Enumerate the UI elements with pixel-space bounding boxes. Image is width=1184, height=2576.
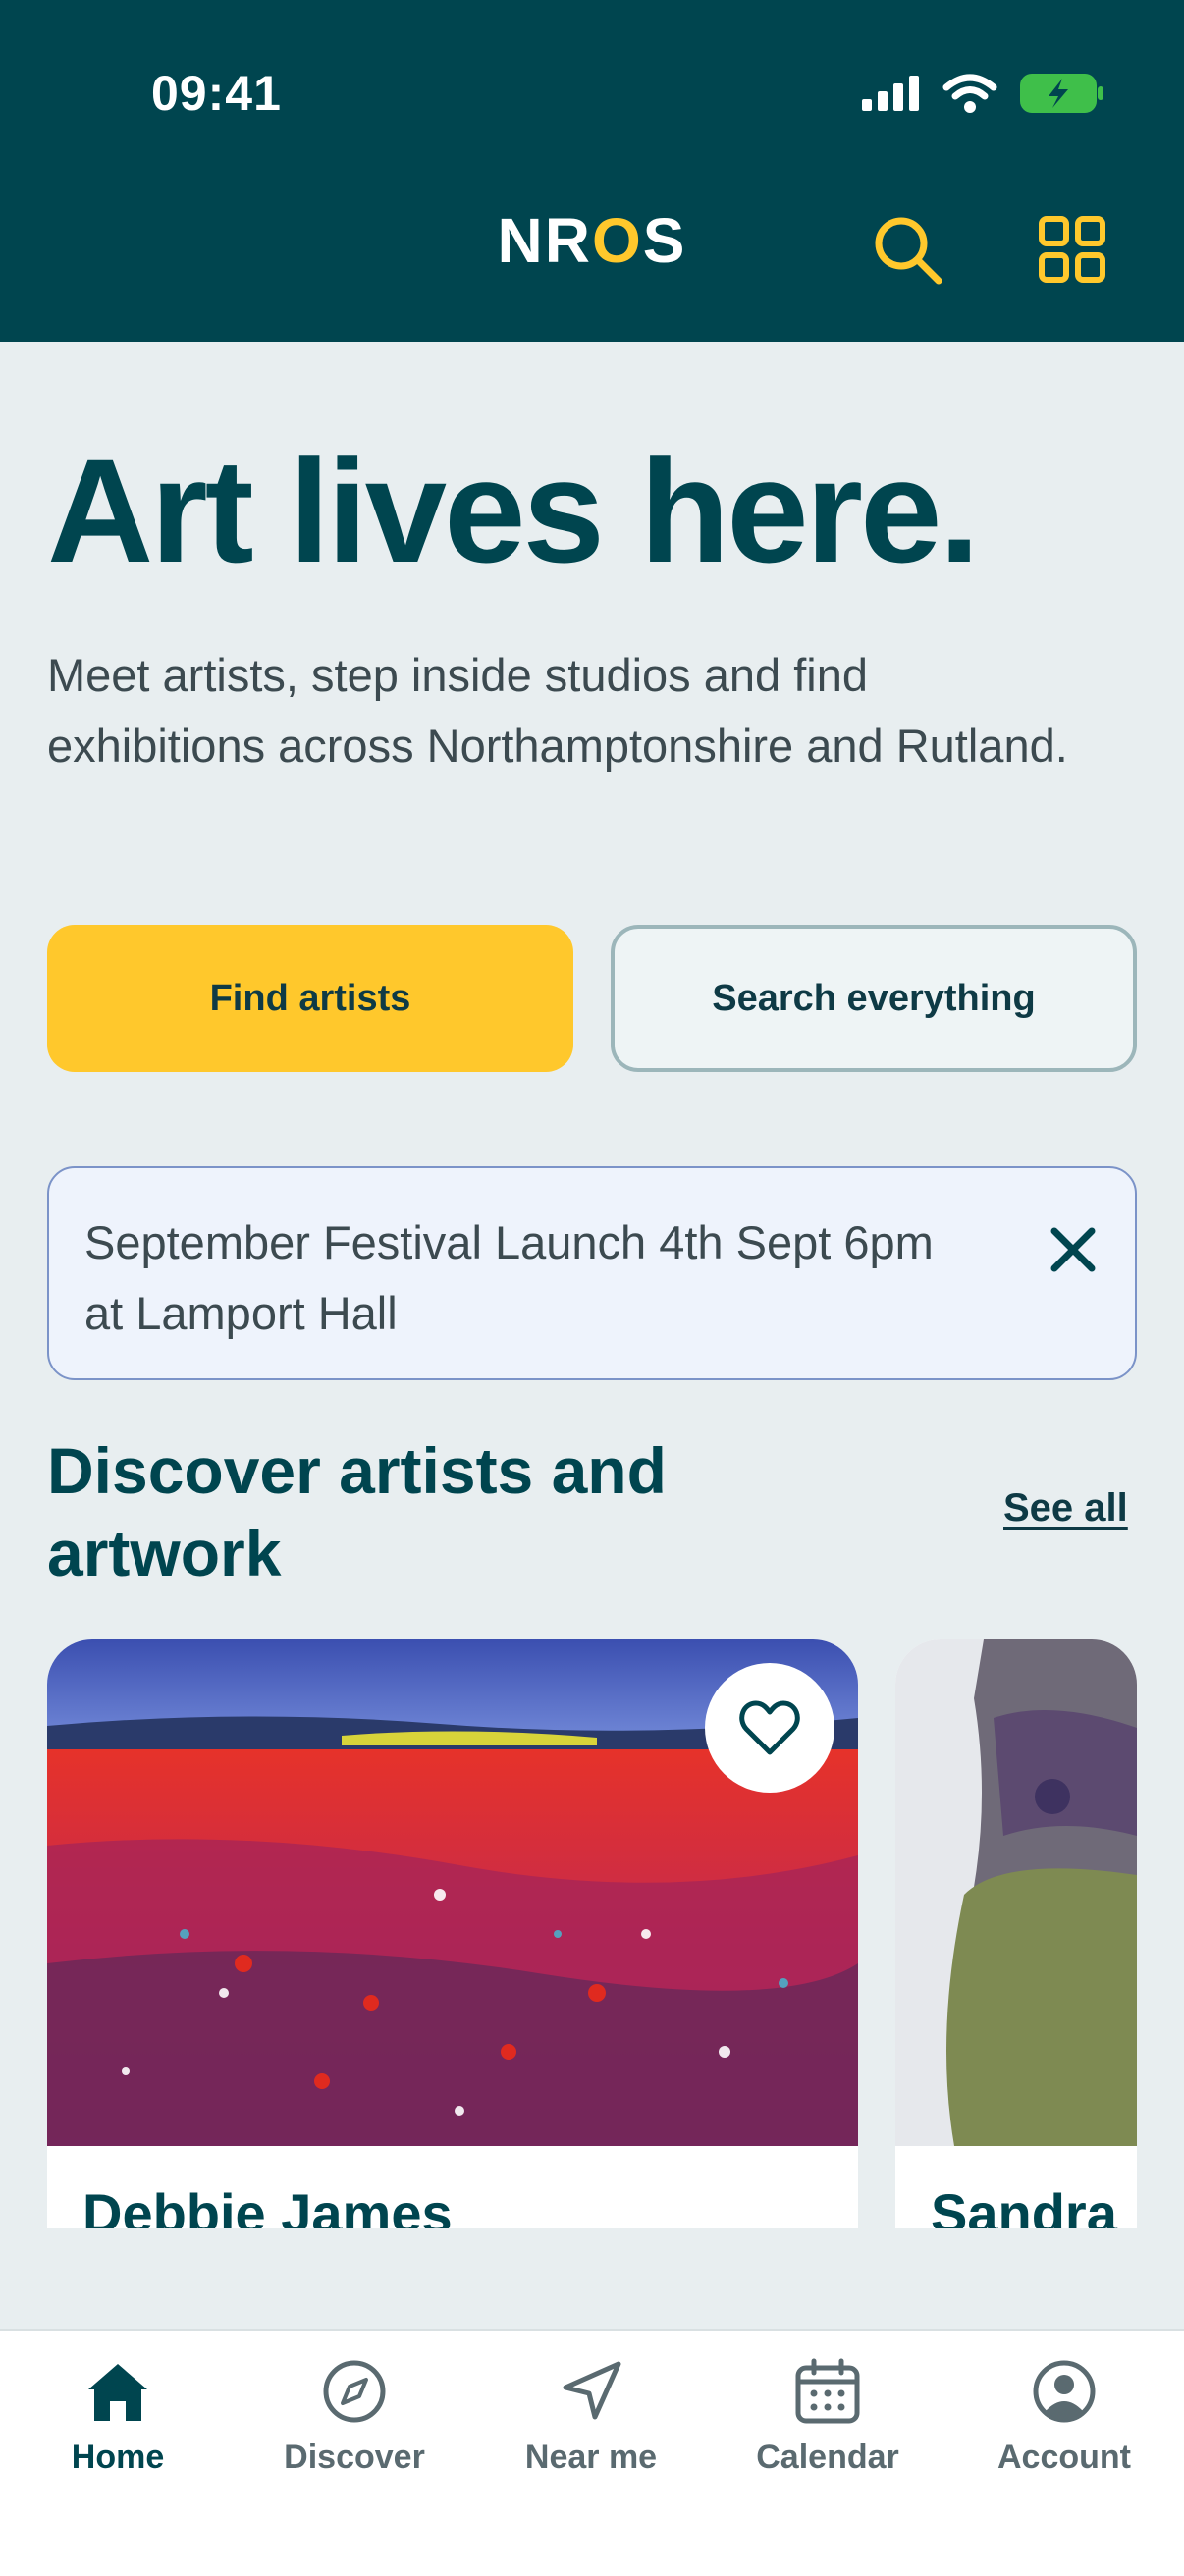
favorite-button[interactable] — [705, 1663, 834, 1793]
search-icon[interactable] — [870, 212, 944, 287]
nav-home[interactable]: Home — [20, 2356, 216, 2477]
hero-title: Art lives here. — [47, 428, 980, 593]
nav-discover[interactable]: Discover — [256, 2356, 453, 2477]
artist-name: Debbie James — [82, 2182, 453, 2228]
section-title: Discover artists and artwork — [47, 1434, 667, 1589]
battery-icon — [1020, 74, 1103, 113]
artwork-image — [895, 1639, 1137, 2146]
banner-text: September Festival Launch 4th Sept 6pm a… — [84, 1216, 934, 1339]
nros-logo: NROS — [497, 205, 687, 276]
nav-label: Near me — [524, 2439, 658, 2476]
hero-subtitle: Meet artists, step inside studios and fi… — [47, 649, 1068, 772]
home-icon — [88, 2364, 147, 2421]
account-icon — [1033, 2360, 1096, 2423]
artist-card[interactable]: Sandra — [895, 1639, 1137, 2228]
calendar-icon — [795, 2358, 860, 2424]
top-header: 09:41 NROS — [0, 0, 1184, 342]
nav-label: Discover — [284, 2439, 425, 2476]
close-icon[interactable] — [1045, 1221, 1102, 1278]
nav-near-me[interactable]: Near me — [493, 2356, 689, 2477]
artist-name: Sandra — [931, 2182, 1117, 2228]
heart-icon — [739, 1700, 800, 1755]
signal-icon — [862, 76, 919, 111]
see-all-link[interactable]: See all — [1003, 1486, 1128, 1530]
nav-label: Account — [997, 2439, 1131, 2476]
status-icons — [862, 73, 1105, 114]
find-artists-button[interactable]: Find artists — [47, 925, 573, 1072]
nav-label: Home — [71, 2439, 165, 2476]
grid-menu-icon[interactable] — [1039, 216, 1105, 283]
status-time: 09:41 — [151, 66, 282, 121]
announcement-banner: September Festival Launch 4th Sept 6pm a… — [47, 1166, 1137, 1380]
wifi-icon — [942, 74, 997, 113]
compass-icon — [323, 2360, 386, 2423]
search-everything-button[interactable]: Search everything — [611, 925, 1137, 1072]
nav-calendar[interactable]: Calendar — [729, 2356, 926, 2477]
navigation-arrow-icon — [563, 2361, 621, 2420]
nav-account[interactable]: Account — [966, 2356, 1162, 2477]
bottom-nav: Home Discover Near me Calendar Account — [0, 2329, 1184, 2576]
artist-card[interactable]: Debbie James — [47, 1639, 858, 2228]
nav-label: Calendar — [756, 2439, 899, 2476]
